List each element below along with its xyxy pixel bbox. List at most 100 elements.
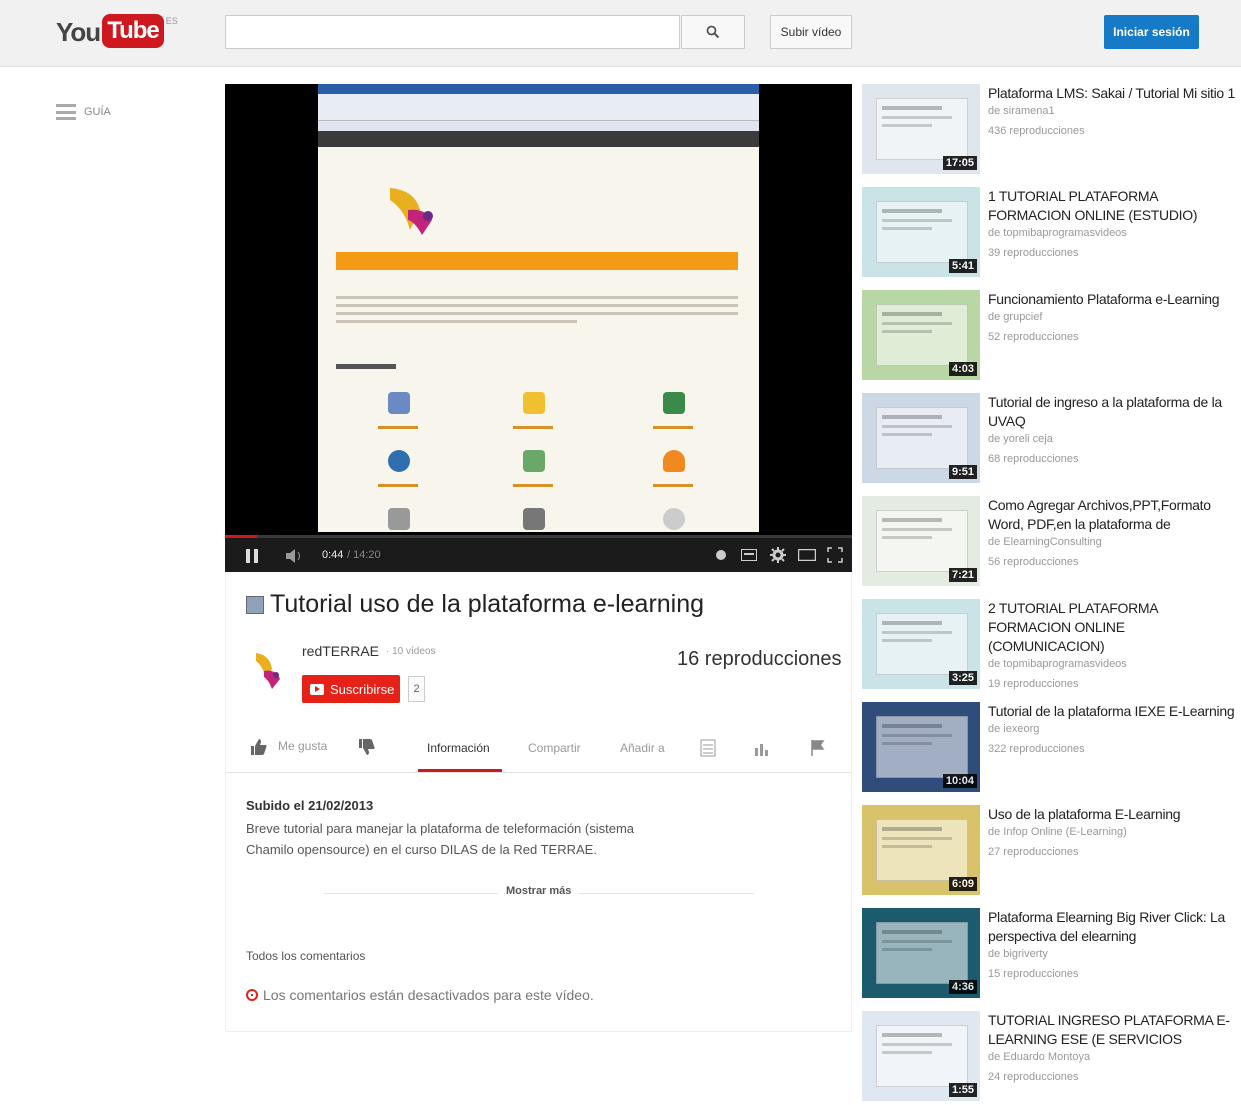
- upload-button[interactable]: Subir vídeo: [770, 15, 852, 49]
- video-thumbnail[interactable]: 10:04: [862, 702, 980, 792]
- signin-button[interactable]: Iniciar sesión: [1104, 15, 1199, 49]
- current-time: 0:44: [322, 549, 344, 561]
- related-video-views: 436 reproducciones: [988, 125, 1085, 137]
- related-video-item[interactable]: 10:04 Tutorial de la plataforma IEXE E-Le…: [862, 702, 1240, 796]
- related-video-channel: de bigriverty: [988, 948, 1048, 960]
- annotations-icon[interactable]: [715, 549, 727, 561]
- video-duration: 17:05: [942, 156, 977, 170]
- related-video-title[interactable]: Como Agregar Archivos,PPT,Formato Word, …: [988, 496, 1238, 534]
- related-video-item[interactable]: 4:03 Funcionamiento Plataforma e-Learning…: [862, 290, 1240, 384]
- video-duration: 4:36: [948, 980, 977, 994]
- search-input[interactable]: [225, 15, 680, 49]
- thumbs-down-icon[interactable]: [358, 738, 376, 756]
- video-thumbnail[interactable]: 5:41: [862, 187, 980, 277]
- related-video-channel: de ElearningConsulting: [988, 536, 1102, 548]
- video-thumbnail[interactable]: 9:51: [862, 393, 980, 483]
- settings-gear-icon[interactable]: [770, 547, 786, 563]
- video-title-row: Tutorial uso de la plataforma e-learning: [246, 590, 704, 619]
- description-text: Breve tutorial para manejar la plataform…: [246, 821, 635, 857]
- video-title: Tutorial uso de la plataforma e-learning: [270, 590, 705, 618]
- video-duration: 6:09: [948, 877, 977, 891]
- view-count: 16 reproducciones: [677, 648, 842, 670]
- related-video-title[interactable]: Tutorial de ingreso a la plataforma de l…: [988, 393, 1238, 431]
- related-video-views: 15 reproducciones: [988, 968, 1079, 980]
- player-controls: 0:44 / 14:20: [225, 538, 852, 572]
- related-video-title[interactable]: Funcionamiento Plataforma e-Learning: [988, 290, 1238, 309]
- guide-label: GUÍA: [84, 106, 111, 118]
- related-video-channel: de iexeorg: [988, 723, 1040, 735]
- statistics-icon[interactable]: [754, 740, 770, 756]
- related-video-views: 27 reproducciones: [988, 846, 1079, 858]
- related-video-title[interactable]: Tutorial de la plataforma IEXE E-Learnin…: [988, 702, 1238, 721]
- related-video-views: 39 reproducciones: [988, 247, 1079, 259]
- related-video-views: 68 reproducciones: [988, 453, 1079, 465]
- related-video-channel: de topmibaprogramasvideos: [988, 658, 1127, 670]
- show-more-button[interactable]: Mostrar más: [498, 885, 580, 897]
- subscribe-button[interactable]: Suscribirse: [302, 675, 400, 703]
- youtube-logo[interactable]: You Tube ES: [56, 14, 178, 50]
- tab-information[interactable]: Información: [427, 741, 490, 755]
- comments-disabled-text: Los comentarios están desactivados para …: [263, 987, 594, 1003]
- guide-button[interactable]: GUÍA: [56, 104, 111, 120]
- related-video-channel: de yoreli ceja: [988, 433, 1053, 445]
- video-duration: 10:04: [942, 774, 977, 788]
- related-video-item[interactable]: 6:09 Uso de la plataforma E-Learning de In…: [862, 805, 1240, 899]
- related-video-views: 24 reproducciones: [988, 1071, 1079, 1083]
- theater-mode-icon[interactable]: [798, 549, 816, 561]
- video-frame: [318, 84, 759, 532]
- comments-heading: Todos los comentarios: [246, 949, 366, 963]
- logo-you: You: [56, 17, 101, 47]
- masthead: You Tube ES Subir vídeo Iniciar sesión: [0, 0, 1241, 67]
- related-video-title[interactable]: 2 TUTORIAL PLATAFORMA FORMACION ONLINE (…: [988, 599, 1238, 656]
- channel-avatar[interactable]: [246, 647, 286, 699]
- video-thumbnail[interactable]: 4:03: [862, 290, 980, 380]
- subscribe-label: Suscribirse: [330, 681, 395, 697]
- related-video-item[interactable]: 4:36 Plataforma Elearning Big River Click…: [862, 908, 1240, 1002]
- description-panel: Subido el 21/02/2013 Breve tutorial para…: [226, 772, 852, 1032]
- related-video-views: 56 reproducciones: [988, 556, 1079, 568]
- like-label[interactable]: Me gusta: [278, 739, 327, 753]
- related-video-item[interactable]: 9:51 Tutorial de ingreso a la plataforma …: [862, 393, 1240, 487]
- pause-icon[interactable]: [245, 548, 259, 564]
- video-duration: 5:41: [948, 259, 977, 273]
- thumbs-up-icon[interactable]: [250, 738, 268, 756]
- tab-share[interactable]: Compartir: [528, 741, 581, 755]
- channel-video-count[interactable]: · 10 vídeos: [386, 646, 435, 657]
- video-frame-logo: [390, 188, 433, 235]
- related-video-channel: de siramena1: [988, 105, 1055, 117]
- related-video-title[interactable]: Plataforma Elearning Big River Click: La…: [988, 908, 1238, 946]
- flag-icon[interactable]: [810, 739, 826, 757]
- related-video-channel: de topmibaprogramasvideos: [988, 227, 1127, 239]
- video-thumbnail[interactable]: 3:25: [862, 599, 980, 689]
- video-thumbnail[interactable]: 4:36: [862, 908, 980, 998]
- related-video-channel: de Infop Online (E-Learning): [988, 826, 1127, 838]
- captions-icon[interactable]: [741, 549, 757, 561]
- video-thumbnail[interactable]: 1:55: [862, 1011, 980, 1101]
- related-video-item[interactable]: 17:05 Plataforma LMS: Sakai / Tutorial Mi…: [862, 84, 1240, 178]
- playlist-icon: [246, 595, 264, 614]
- related-video-item[interactable]: 3:25 2 TUTORIAL PLATAFORMA FORMACION ONLI…: [862, 599, 1240, 693]
- video-thumbnail[interactable]: 17:05: [862, 84, 980, 174]
- volume-icon[interactable]: [285, 549, 303, 563]
- channel-name[interactable]: redTERRAE: [302, 643, 379, 659]
- related-video-item[interactable]: 7:21 Como Agregar Archivos,PPT,Formato Wo…: [862, 496, 1240, 590]
- country-code: ES: [165, 16, 178, 26]
- search-icon: [706, 25, 720, 39]
- related-video-views: 322 reproducciones: [988, 743, 1085, 755]
- video-player[interactable]: 0:44 / 14:20: [225, 84, 852, 572]
- related-video-title[interactable]: Uso de la plataforma E-Learning: [988, 805, 1238, 824]
- video-thumbnail[interactable]: 6:09: [862, 805, 980, 895]
- related-video-item[interactable]: 5:41 1 TUTORIAL PLATAFORMA FORMACION ONLI…: [862, 187, 1240, 281]
- related-video-title[interactable]: TUTORIAL INGRESO PLATAFORMA E-LEARNING E…: [988, 1011, 1238, 1049]
- video-thumbnail[interactable]: 7:21: [862, 496, 980, 586]
- transcript-icon[interactable]: [700, 739, 716, 757]
- tab-add-to[interactable]: Añadir a: [620, 741, 665, 755]
- related-video-title[interactable]: 1 TUTORIAL PLATAFORMA FORMACION ONLINE (…: [988, 187, 1238, 225]
- related-video-views: 52 reproducciones: [988, 331, 1079, 343]
- video-duration: 3:25: [948, 671, 977, 685]
- related-video-title[interactable]: Plataforma LMS: Sakai / Tutorial Mi siti…: [988, 84, 1238, 103]
- hamburger-icon: [56, 104, 76, 120]
- search-button[interactable]: [681, 15, 745, 49]
- upload-date: Subido el 21/02/2013: [246, 798, 374, 813]
- fullscreen-icon[interactable]: [827, 547, 843, 563]
